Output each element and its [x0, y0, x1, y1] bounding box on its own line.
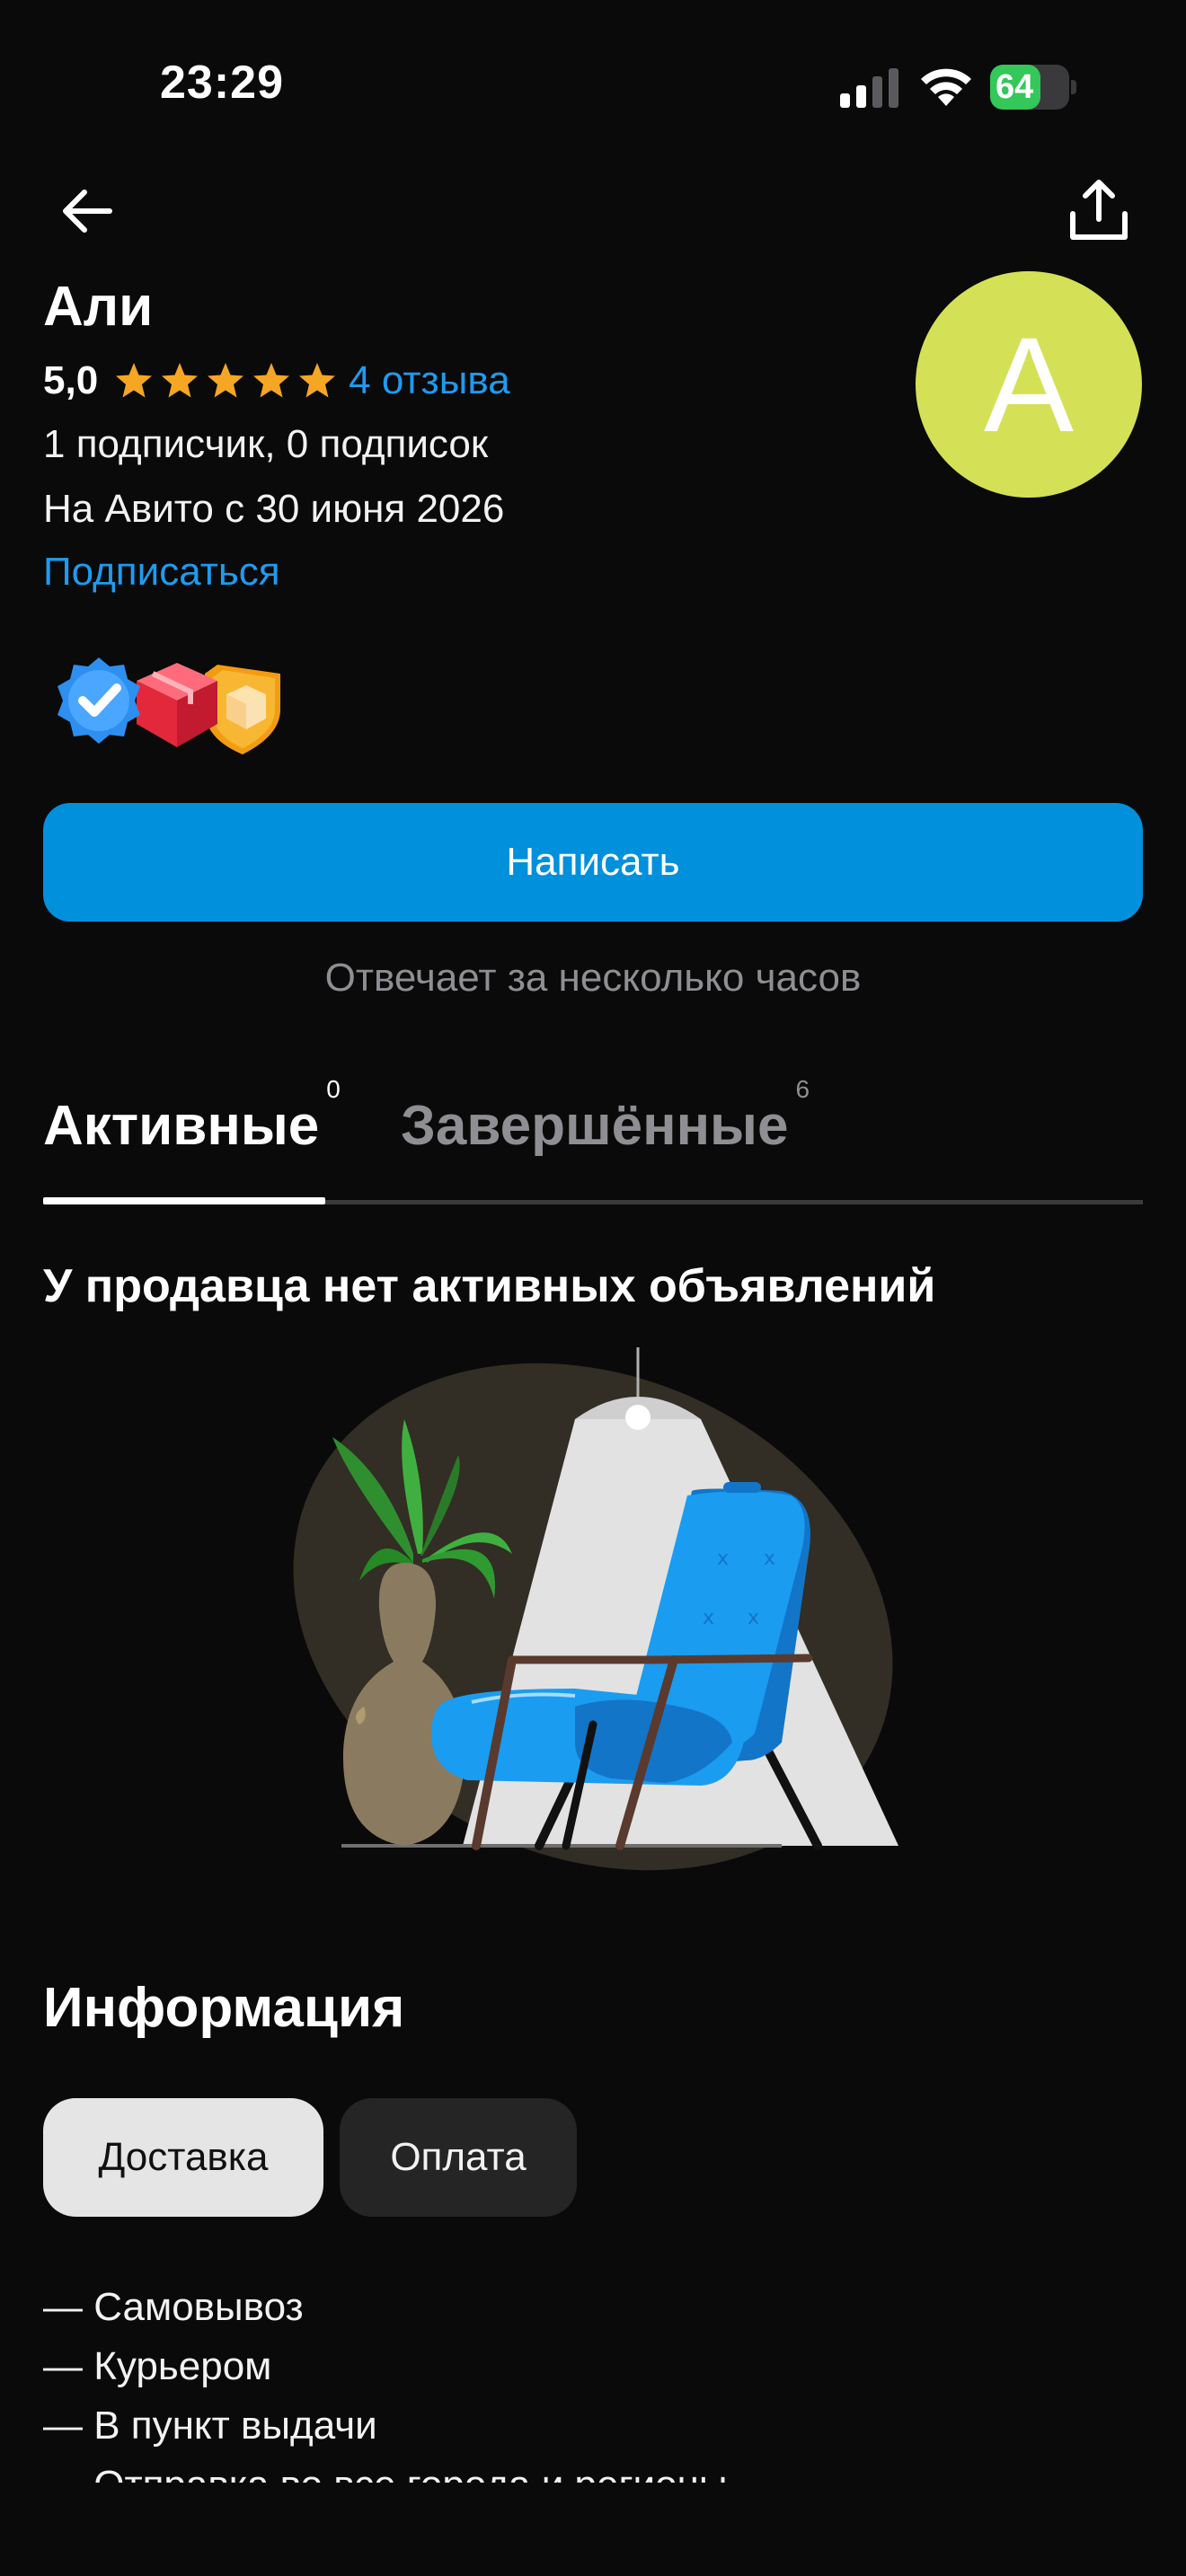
avatar-letter: А: [983, 309, 1075, 460]
list-item: — Самовывоз: [43, 2285, 304, 2329]
battery-charging-icon: 64: [990, 65, 1076, 110]
back-button[interactable]: [56, 180, 119, 243]
svg-text:x: x: [703, 1607, 714, 1629]
tab-completed-listings[interactable]: Завершённые6: [401, 1075, 810, 1158]
wifi-icon: [921, 68, 971, 106]
armchair-lamp-plant-illustration: x x x x: [293, 1347, 898, 1871]
rating-stars: [114, 361, 343, 401]
list-item: — Отправка во все города и регионы: [43, 2456, 727, 2483]
verified-badge-icon: [58, 657, 140, 744]
list-item: — В пункт выдачи: [43, 2404, 377, 2448]
subscribe-link[interactable]: Подписаться: [43, 550, 280, 595]
star-icon: [116, 363, 153, 398]
tab-count: 0: [326, 1075, 341, 1104]
svg-text:x: x: [748, 1607, 759, 1629]
svg-text:x: x: [717, 1548, 729, 1570]
cellular-signal-icon: [840, 68, 898, 108]
share-button[interactable]: [1067, 176, 1130, 244]
chip-delivery[interactable]: Доставка: [43, 2098, 323, 2217]
star-icon: [253, 363, 290, 398]
red-box-badge-icon: [137, 663, 217, 747]
followers-text[interactable]: 1 подписчик, 0 подписок: [43, 422, 488, 467]
tab-active-indicator: [43, 1197, 325, 1204]
tab-active-listings[interactable]: Активные0: [43, 1075, 341, 1158]
member-since-text: На Авито с 30 июня 2026: [43, 487, 505, 531]
reviews-link[interactable]: 4 отзыва: [349, 358, 510, 403]
star-icon: [162, 363, 199, 398]
status-time: 23:29: [160, 57, 284, 109]
rating-row: 5,0 4 отзыва: [43, 354, 510, 408]
write-message-button[interactable]: Написать: [43, 803, 1143, 922]
rating-value: 5,0: [43, 358, 99, 402]
chip-payment[interactable]: Оплата: [340, 2098, 577, 2217]
delivery-options-list: — Самовывоз — Курьером — В пункт выдачи …: [43, 2278, 727, 2483]
battery-level: 64: [996, 68, 1034, 106]
avatar[interactable]: А: [916, 271, 1142, 498]
star-icon: [208, 363, 244, 398]
info-section-title: Информация: [43, 1977, 405, 2039]
star-icon: [299, 363, 336, 398]
list-item: — Курьером: [43, 2344, 272, 2388]
svg-text:x: x: [764, 1548, 775, 1570]
tab-count: 6: [795, 1075, 810, 1104]
tab-label: Завершённые: [401, 1095, 789, 1157]
response-time-text: Отвечает за несколько часов: [324, 956, 862, 1000]
seller-badges[interactable]: [47, 654, 289, 756]
empty-state-title: У продавца нет активных объявлений: [43, 1260, 936, 1312]
tab-label: Активные: [43, 1095, 320, 1157]
seller-name: Али: [43, 276, 154, 338]
